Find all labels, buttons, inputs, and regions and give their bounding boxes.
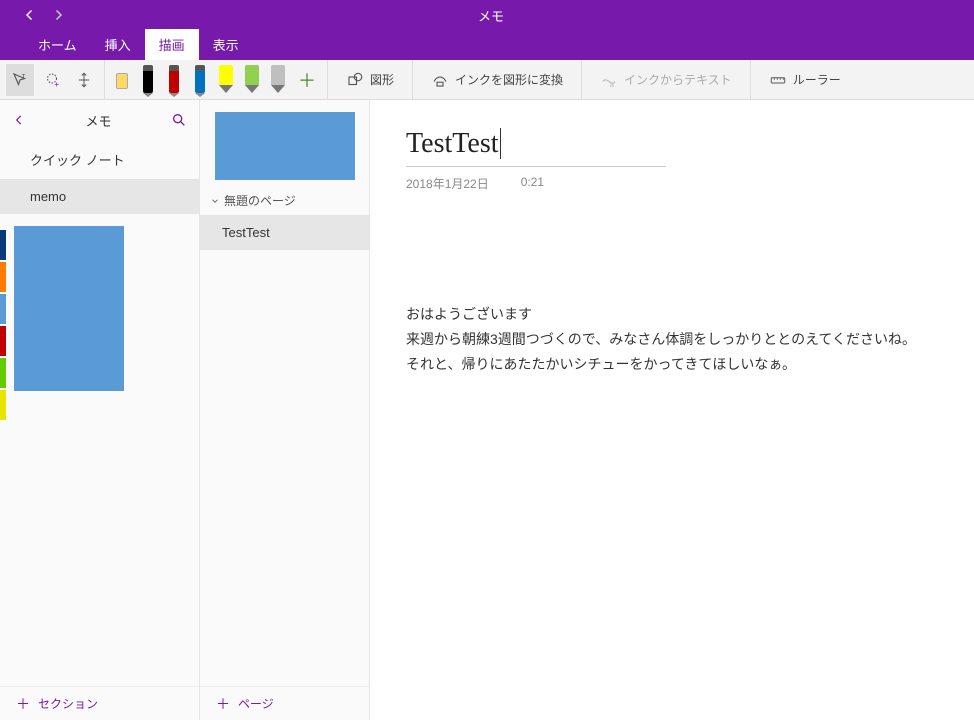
pages-pane: 無題のページ TestTest ＋ ページ [200, 100, 370, 720]
add-page-button[interactable]: ＋ ページ [200, 686, 369, 720]
add-pen-button[interactable]: ＋ [293, 64, 321, 96]
section-item-1[interactable]: memo [0, 179, 199, 214]
pan-tool-button[interactable] [70, 64, 98, 96]
ink-to-shape-button[interactable]: インクを図形に変換 [419, 60, 575, 99]
add-section-label: セクション [38, 695, 98, 712]
sections-pane: メモ クイック ノートmemo ＋ セクション [0, 100, 200, 720]
ink-to-text-button: a インクからテキスト [588, 60, 744, 99]
section-color-tab-3[interactable] [0, 326, 6, 356]
lasso-tool-button[interactable]: + [38, 64, 66, 96]
add-page-label: ページ [238, 695, 274, 712]
select-tool-button[interactable]: T [6, 64, 34, 96]
tab-insert[interactable]: 挿入 [91, 29, 145, 60]
ink-to-text-icon: a [600, 71, 618, 89]
tab-draw[interactable]: 描画 [145, 29, 199, 60]
page-group-header[interactable]: 無題のページ [200, 186, 369, 215]
app-title: メモ [88, 6, 894, 25]
svg-text:+: + [54, 79, 59, 88]
search-icon [171, 112, 187, 128]
ribbon: T + ＋ 図形 インクを図形に変換 a インクからテキスト ルーラー [0, 60, 974, 100]
page-thumbnail[interactable] [215, 112, 355, 180]
note-body[interactable]: おはようございます来週から朝練3週間つづくので、みなさん体調をしっかりととのえて… [406, 302, 938, 378]
nav-back-button[interactable] [20, 5, 40, 25]
eraser-icon [116, 73, 128, 89]
chevron-left-icon [12, 113, 26, 127]
section-color-tab-0[interactable] [0, 230, 6, 260]
tab-home[interactable]: ホーム [24, 29, 91, 60]
plus-icon: ＋ [298, 67, 316, 93]
section-color-tab-2[interactable] [0, 294, 6, 324]
arrow-right-icon [49, 6, 67, 24]
plus-icon: ＋ [16, 694, 30, 714]
ribbon-tabs: ホーム 挿入 描画 表示 [0, 30, 974, 60]
plus-icon: ＋ [216, 694, 230, 714]
svg-text:a: a [610, 79, 615, 88]
search-button[interactable] [171, 112, 187, 128]
ruler-label: ルーラー [793, 71, 841, 88]
section-color-tab-4[interactable] [0, 358, 6, 388]
note-time: 0:21 [521, 175, 544, 192]
cursor-text-icon: T [11, 71, 29, 89]
pen-tool-3[interactable] [189, 63, 211, 97]
eraser-tool-0[interactable] [111, 63, 133, 97]
ruler-button[interactable]: ルーラー [757, 60, 853, 99]
page-item-0[interactable]: TestTest [200, 215, 369, 250]
add-section-button[interactable]: ＋ セクション [0, 686, 199, 720]
note-date: 2018年1月22日 [406, 175, 489, 192]
shapes-icon [346, 71, 364, 89]
sections-title: メモ [26, 111, 171, 130]
shapes-button[interactable]: 図形 [334, 60, 406, 99]
ink-to-text-label: インクからテキスト [624, 71, 732, 88]
pen-tool-2[interactable] [163, 63, 185, 97]
arrow-left-icon [21, 6, 39, 24]
ink-to-shape-icon [431, 71, 449, 89]
sections-back-button[interactable] [12, 113, 26, 127]
note-body-line[interactable]: 来週から朝練3週間つづくので、みなさん体調をしっかりととのえてくださいね。 [406, 327, 938, 352]
pan-icon [75, 71, 93, 89]
nav-forward-button[interactable] [48, 5, 68, 25]
svg-text:T: T [22, 73, 26, 80]
hl-tool-4[interactable] [215, 63, 237, 97]
section-color-tab-1[interactable] [0, 262, 6, 292]
shapes-label: 図形 [370, 71, 394, 88]
section-color-tab-5[interactable] [0, 390, 6, 420]
title-bar: メモ [0, 0, 974, 30]
lasso-icon: + [43, 71, 61, 89]
note-body-line[interactable]: それと、帰りにあたたかいシチューをかってきてほしいなぁ。 [406, 352, 938, 377]
chevron-down-icon [210, 196, 220, 206]
section-preview [0, 214, 199, 403]
pen-tool-1[interactable] [137, 63, 159, 97]
ink-to-shape-label: インクを図形に変換 [455, 71, 563, 88]
hl-tool-5[interactable] [241, 63, 263, 97]
page-group-label: 無題のページ [224, 192, 296, 209]
note-title[interactable]: TestTest [406, 128, 501, 159]
section-item-0[interactable]: クイック ノート [0, 140, 199, 179]
hl-tool-6[interactable] [267, 63, 289, 97]
note-body-line[interactable]: おはようございます [406, 302, 938, 327]
main-area: メモ クイック ノートmemo ＋ セクション 無題のページ TestTest … [0, 100, 974, 720]
ruler-icon [769, 71, 787, 89]
tab-view[interactable]: 表示 [199, 29, 253, 60]
note-content[interactable]: TestTest 2018年1月22日 0:21 おはようございます来週から朝練… [370, 100, 974, 720]
